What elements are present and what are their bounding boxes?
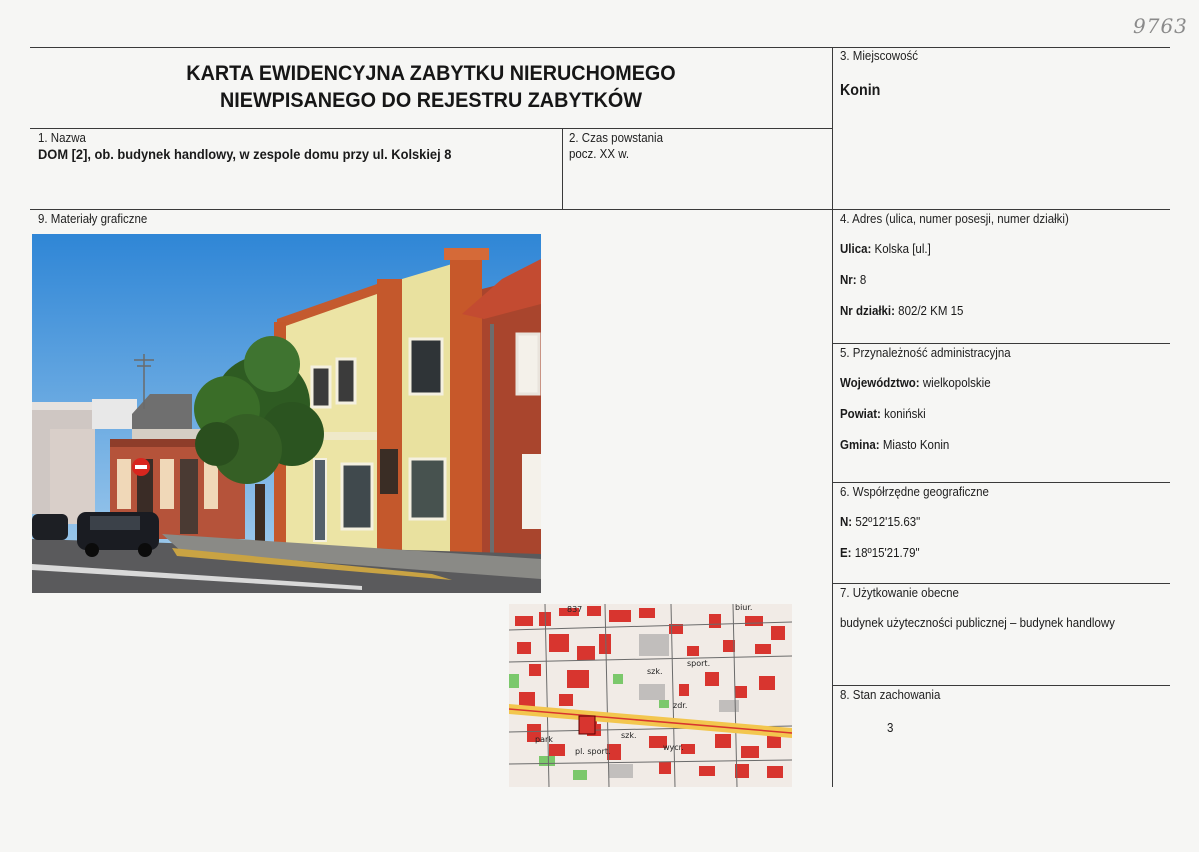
plot-value: 802/2 KM 15 [898, 304, 964, 318]
title-line-1: KARTA EWIDENCYJNA ZABYTKU NIERUCHOMEGO [186, 61, 676, 85]
number-row: Nr: 8 [840, 273, 866, 287]
condition-label: 8. Stan zachowania [840, 688, 941, 702]
rule-7-8 [832, 685, 1170, 686]
record-card: 9763 KARTA EWIDENCYJNA ZABYTKU NIERUCHOM… [0, 0, 1199, 852]
admin-label: 5. Przynależność administracyjna [840, 346, 1011, 360]
map-label-biur: biur. [735, 604, 752, 612]
map-label-wycr: wycr. [663, 743, 684, 752]
voivodeship-key: Województwo: [840, 376, 920, 390]
map-label-sport: sport. [687, 659, 710, 668]
address-label: 4. Adres (ulica, numer posesji, numer dz… [840, 212, 1069, 226]
date-label: 2. Czas powstania [569, 131, 663, 145]
map-label-park: park [535, 735, 553, 744]
plot-key: Nr działki: [840, 304, 895, 318]
name-value: DOM [2], ob. budynek handlowy, w zespole… [38, 146, 452, 162]
rule-6-7 [832, 583, 1170, 584]
title-line-2: NIEWPISANEGO DO REJESTRU ZABYTKÓW [219, 88, 642, 112]
rule-4-5 [832, 343, 1170, 344]
plot-row: Nr działki: 802/2 KM 15 [840, 304, 963, 318]
map-label-pl-sport: pl. sport. [575, 747, 611, 756]
number-key: Nr: [840, 273, 857, 287]
voivodeship-row: Województwo: wielkopolskie [840, 376, 991, 390]
coords-label: 6. Współrzędne geograficzne [840, 485, 989, 499]
usage-value: budynek użyteczności publicznej – budyne… [840, 616, 1115, 630]
voivodeship-value: wielkopolskie [922, 376, 991, 390]
location-map: 837 biur. sport. szk. zdr. park wycr. sz… [509, 604, 792, 787]
row2-bottom-rule [30, 209, 1170, 210]
title-bottom-rule [30, 128, 832, 129]
graphics-label: 9. Materiały graficzne [38, 212, 148, 226]
street-value: Kolska [ul.] [874, 242, 931, 256]
condition-value: 3 [887, 721, 894, 735]
locality-value: Konin [840, 82, 881, 99]
usage-label: 7. Użytkowanie obecne [840, 586, 959, 600]
date-value: pocz. XX w. [569, 147, 630, 161]
latitude-value: 52º12'15.63" [855, 515, 921, 529]
card-title: KARTA EWIDENCYJNA ZABYTKU NIERUCHOMEGO N… [62, 60, 800, 114]
street-key: Ulica: [840, 242, 872, 256]
county-value: koniński [884, 407, 926, 421]
top-rule [30, 47, 1170, 48]
latitude-row: N: 52º12'15.63" [840, 515, 920, 529]
number-value: 8 [859, 273, 867, 287]
street-row: Ulica: Kolska [ul.] [840, 242, 931, 256]
name-label: 1. Nazwa [38, 131, 86, 145]
longitude-key: E: [840, 546, 852, 560]
commune-value: Miasto Konin [882, 438, 950, 452]
latitude-key: N: [840, 515, 853, 529]
handwritten-number: 9763 [1133, 14, 1188, 38]
county-key: Powiat: [840, 407, 881, 421]
locality-label: 3. Miejscowość [840, 49, 918, 63]
map-label-szk-1: szk. [647, 667, 663, 676]
longitude-value: 18º15'21.79" [854, 546, 920, 560]
building-photo [32, 234, 541, 593]
map-label-szk-2: szk. [621, 731, 637, 740]
rule-5-6 [832, 482, 1170, 483]
map-label-837: 837 [567, 605, 582, 614]
commune-row: Gmina: Miasto Konin [840, 438, 949, 452]
name-date-divider [562, 128, 563, 209]
right-column-divider [832, 47, 833, 787]
county-row: Powiat: koniński [840, 407, 926, 421]
map-label-zdr: zdr. [673, 701, 687, 710]
commune-key: Gmina: [840, 438, 880, 452]
longitude-row: E: 18º15'21.79" [840, 546, 920, 560]
